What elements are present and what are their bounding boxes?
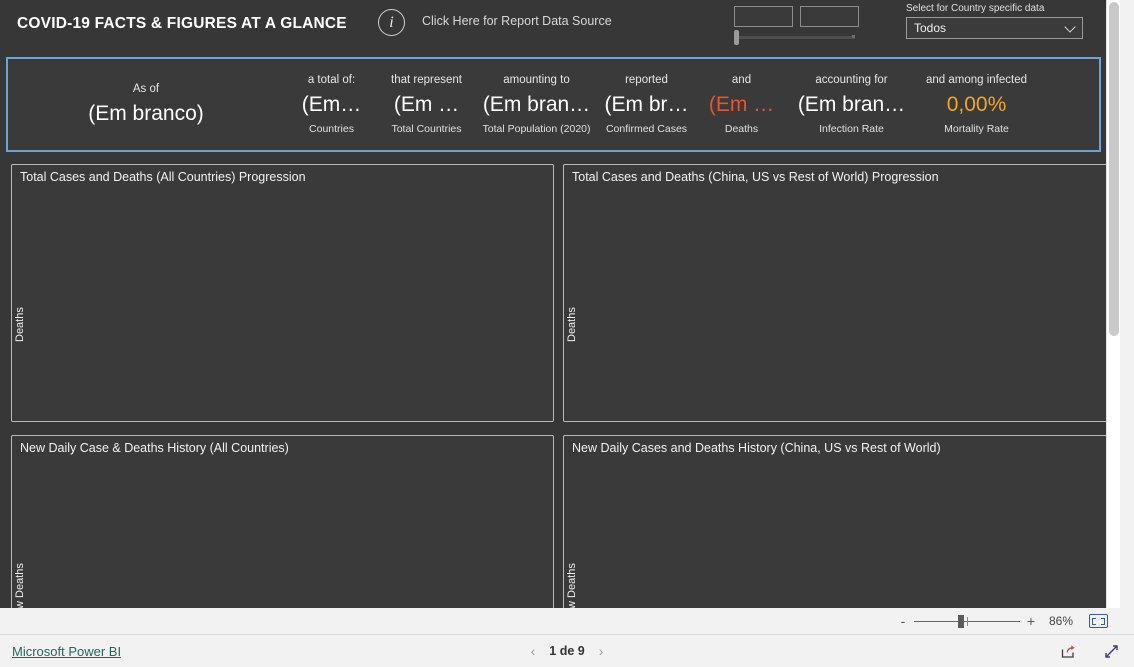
kpi-card-mortality-rate[interactable]: and among infected 0,00% Mortality Rate	[914, 59, 1039, 150]
kpi-caption: and	[731, 73, 752, 86]
page-navigation: ‹ 1 de 9 ›	[531, 643, 604, 659]
country-slicer-value: Todos	[914, 21, 947, 35]
zoom-slider-tick	[967, 616, 968, 626]
chart-y-axis-label: Deaths	[566, 307, 578, 342]
kpi-sublabel: Mortality Rate	[944, 123, 1009, 136]
page-indicator: 1 de 9	[549, 644, 585, 658]
kpi-caption: and among infected	[925, 73, 1028, 86]
kpi-card-countries[interactable]: a total of: (Em… Countries	[284, 59, 379, 150]
kpi-caption: accounting for	[815, 73, 888, 86]
kpi-sublabel: Countries	[309, 123, 354, 136]
kpi-value: (Em bran…	[797, 92, 906, 116]
zoom-level-label: 86%	[1048, 614, 1074, 628]
date-range-handle-left[interactable]	[734, 30, 739, 45]
chart-title: Total Cases and Deaths (All Countries) P…	[20, 170, 306, 184]
chart-tile-new-daily-china-us-row[interactable]: New Daily Cases and Deaths History (Chin…	[563, 435, 1108, 608]
kpi-value: (Em…	[301, 92, 362, 116]
previous-page-icon[interactable]: ‹	[531, 643, 536, 659]
chart-tile-total-cases-china-us-row[interactable]: Total Cases and Deaths (China, US vs Res…	[563, 164, 1108, 422]
kpi-card-confirmed-cases[interactable]: reported (Em br… Confirmed Cases	[599, 59, 694, 150]
chart-y-axis-label: Deaths	[14, 307, 26, 342]
kpi-value: (Em bran…	[482, 92, 591, 116]
date-range-handle-right[interactable]	[852, 35, 855, 38]
chart-y-axis-label: New Deaths	[14, 563, 26, 608]
zoom-in-button[interactable]: +	[1023, 613, 1039, 629]
kpi-caption: reported	[625, 73, 668, 86]
kpi-caption: a total of:	[307, 73, 356, 86]
zoom-toolbar: - + 86%	[0, 608, 1120, 634]
next-page-icon[interactable]: ›	[599, 643, 604, 659]
fit-to-page-icon[interactable]	[1089, 614, 1108, 628]
chart-title: New Daily Case & Deaths History (All Cou…	[20, 441, 289, 455]
kpi-sublabel: Total Countries	[391, 123, 462, 136]
zoom-slider[interactable]	[914, 614, 1020, 628]
zoom-slider-thumb[interactable]	[958, 614, 964, 628]
share-icon[interactable]	[1060, 643, 1077, 660]
footer-actions	[1060, 643, 1120, 660]
report-vertical-scrollbar[interactable]	[1106, 0, 1120, 608]
country-slicer: Select for Country specific data Todos	[906, 3, 1083, 39]
kpi-card-total-countries[interactable]: that represent (Em … Total Countries	[379, 59, 474, 150]
date-start-input[interactable]	[734, 6, 793, 27]
kpi-value: (Em …	[393, 92, 460, 116]
chart-title: Total Cases and Deaths (China, US vs Res…	[572, 170, 939, 184]
chart-y-axis-label: New Deaths	[566, 563, 578, 608]
kpi-sublabel: Infection Rate	[819, 123, 884, 136]
date-range-slicer	[734, 6, 859, 45]
scrollbar-thumb[interactable]	[1109, 2, 1119, 336]
country-slicer-label: Select for Country specific data	[906, 3, 1045, 14]
kpi-sublabel: Deaths	[724, 123, 759, 136]
kpi-caption: amounting to	[503, 73, 570, 86]
date-end-input[interactable]	[800, 6, 859, 27]
kpi-value: (Em branco)	[88, 101, 204, 125]
report-header: COVID-19 FACTS & FIGURES AT A GLANCE i C…	[0, 0, 1120, 52]
zoom-out-button[interactable]: -	[895, 613, 911, 629]
kpi-sublabel: Total Population (2020)	[482, 123, 591, 136]
report-footer: Microsoft Power BI ‹ 1 de 9 ›	[0, 634, 1134, 667]
kpi-value: (Em br…	[604, 92, 689, 116]
kpi-card-infection-rate[interactable]: accounting for (Em bran… Infection Rate	[789, 59, 914, 150]
country-slicer-dropdown[interactable]: Todos	[906, 17, 1083, 39]
kpi-caption: that represent	[391, 73, 462, 86]
chevron-down-icon	[1064, 21, 1076, 33]
report-data-source-link[interactable]: Click Here for Report Data Source	[422, 14, 612, 28]
power-bi-report-viewer: COVID-19 FACTS & FIGURES AT A GLANCE i C…	[0, 0, 1134, 667]
info-icon[interactable]: i	[378, 9, 405, 36]
chart-tile-new-daily-all-countries[interactable]: New Daily Case & Deaths History (All Cou…	[11, 435, 554, 608]
kpi-card-total-population[interactable]: amounting to (Em bran… Total Population …	[474, 59, 599, 150]
fullscreen-icon[interactable]	[1103, 643, 1120, 660]
kpi-card-as-of[interactable]: As of (Em branco)	[8, 59, 284, 150]
kpi-sublabel: Confirmed Cases	[605, 123, 688, 136]
kpi-caption: As of	[132, 82, 160, 95]
power-bi-brand-link[interactable]: Microsoft Power BI	[12, 644, 121, 659]
chart-title: New Daily Cases and Deaths History (Chin…	[572, 441, 941, 455]
chart-tile-total-cases-all-countries[interactable]: Total Cases and Deaths (All Countries) P…	[11, 164, 554, 422]
page-title: COVID-19 FACTS & FIGURES AT A GLANCE	[17, 15, 347, 32]
kpi-summary-band: As of (Em branco) a total of: (Em… Count…	[6, 57, 1101, 152]
kpi-card-deaths[interactable]: and (Em … Deaths	[694, 59, 789, 150]
date-range-track[interactable]	[734, 30, 855, 45]
date-range-inputs	[734, 6, 859, 27]
report-canvas: COVID-19 FACTS & FIGURES AT A GLANCE i C…	[0, 0, 1120, 608]
kpi-value: (Em …	[708, 92, 775, 116]
kpi-value: 0,00%	[946, 92, 1007, 116]
